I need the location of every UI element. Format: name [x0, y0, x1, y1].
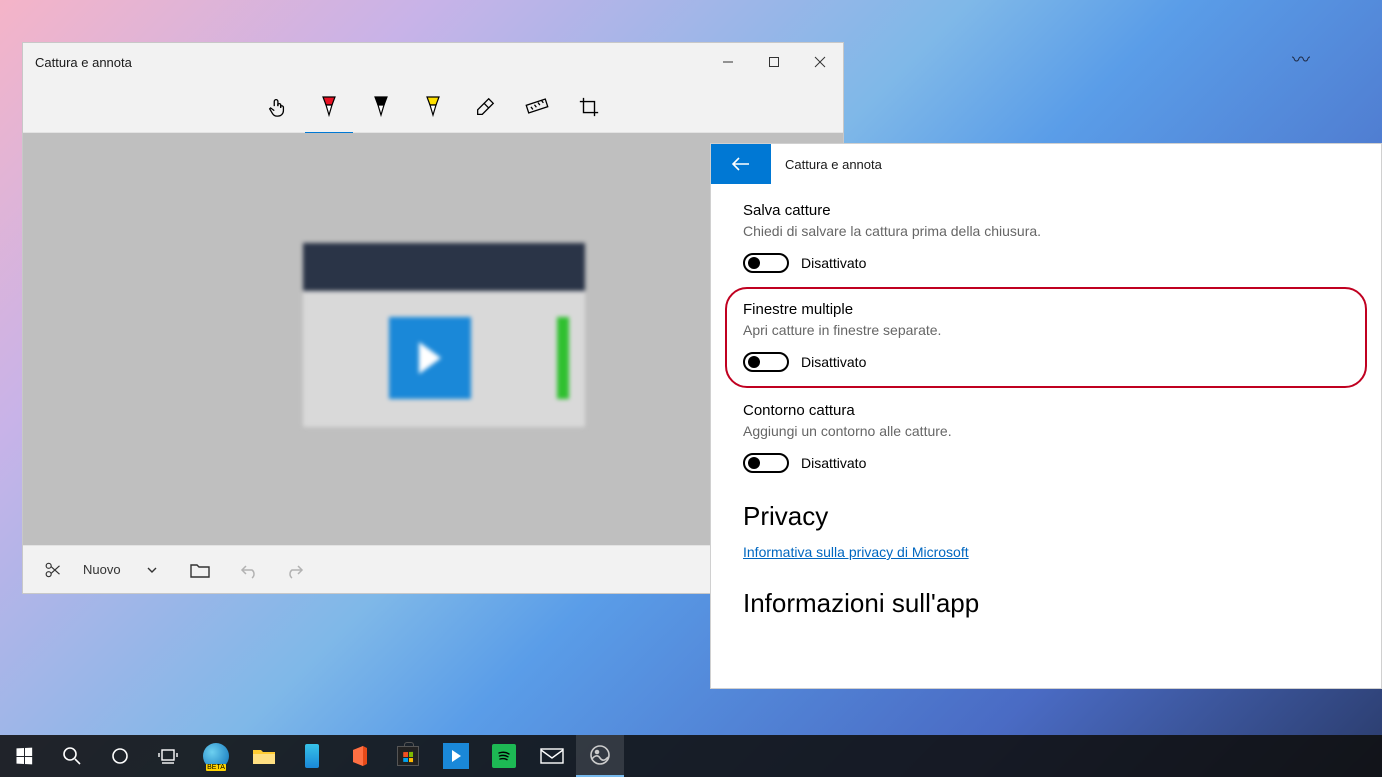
settings-body: Salva catture Chiedi di salvare la cattu…	[711, 184, 1381, 649]
touch-writing-icon[interactable]	[265, 89, 289, 125]
pencil-icon[interactable]	[369, 89, 393, 125]
settings-panel: Cattura e annota Salva catture Chiedi di…	[710, 143, 1382, 689]
privacy-link[interactable]: Informativa sulla privacy di Microsoft	[743, 544, 969, 560]
taskbar: BETA	[0, 735, 1382, 777]
new-dropdown-chevron[interactable]	[135, 553, 169, 587]
annotation-toolbar	[23, 81, 843, 133]
setting-title: Finestre multiple	[743, 301, 1349, 318]
new-snip-icon[interactable]	[35, 553, 69, 587]
setting-title: Contorno cattura	[743, 402, 1349, 419]
new-button-label[interactable]: Nuovo	[83, 562, 121, 577]
titlebar: Cattura e annota	[23, 43, 843, 81]
window-title: Cattura e annota	[35, 55, 132, 70]
toggle-state: Disattivato	[801, 354, 866, 370]
multiple-windows-toggle[interactable]	[743, 352, 789, 372]
mail-icon[interactable]	[528, 735, 576, 777]
settings-header: Cattura e annota	[711, 144, 1381, 184]
about-heading: Informazioni sull'app	[743, 588, 1349, 619]
toggle-state: Disattivato	[801, 455, 866, 471]
maximize-button[interactable]	[751, 43, 797, 81]
photos-icon[interactable]	[576, 735, 624, 777]
toggle-state: Disattivato	[801, 255, 866, 271]
setting-desc: Chiedi di salvare la cattura prima della…	[743, 223, 1349, 239]
file-explorer-icon[interactable]	[240, 735, 288, 777]
setting-save-captures: Salva catture Chiedi di salvare la cattu…	[743, 202, 1349, 273]
your-phone-icon[interactable]	[288, 735, 336, 777]
start-button[interactable]	[0, 735, 48, 777]
spotify-icon[interactable]	[480, 735, 528, 777]
save-captures-toggle[interactable]	[743, 253, 789, 273]
settings-title: Cattura e annota	[771, 157, 882, 172]
microsoft-store-icon[interactable]	[384, 735, 432, 777]
highlighted-setting: Finestre multiple Apri catture in finest…	[725, 287, 1367, 388]
eraser-icon[interactable]	[473, 89, 497, 125]
setting-desc: Aggiungi un contorno alle catture.	[743, 423, 1349, 439]
back-button[interactable]	[711, 144, 771, 184]
highlighter-icon[interactable]	[421, 89, 445, 125]
snip-outline-toggle[interactable]	[743, 453, 789, 473]
cortana-button[interactable]	[96, 735, 144, 777]
crop-icon[interactable]	[577, 89, 601, 125]
captured-snip	[303, 243, 585, 427]
ballpoint-pen-icon[interactable]	[317, 89, 341, 125]
open-file-icon[interactable]	[183, 553, 217, 587]
undo-icon[interactable]	[231, 553, 265, 587]
snip-sketch-taskbar-icon[interactable]	[432, 735, 480, 777]
ruler-icon[interactable]	[525, 89, 549, 125]
minimize-button[interactable]	[705, 43, 751, 81]
search-button[interactable]	[48, 735, 96, 777]
privacy-heading: Privacy	[743, 501, 1349, 532]
redo-icon[interactable]	[279, 553, 313, 587]
office-icon[interactable]	[336, 735, 384, 777]
task-view-button[interactable]	[144, 735, 192, 777]
bird-decoration: 〰	[1292, 46, 1310, 72]
edge-beta-icon[interactable]: BETA	[192, 735, 240, 777]
setting-snip-outline: Contorno cattura Aggiungi un contorno al…	[743, 402, 1349, 473]
setting-desc: Apri catture in finestre separate.	[743, 322, 1349, 338]
setting-title: Salva catture	[743, 202, 1349, 219]
close-button[interactable]	[797, 43, 843, 81]
